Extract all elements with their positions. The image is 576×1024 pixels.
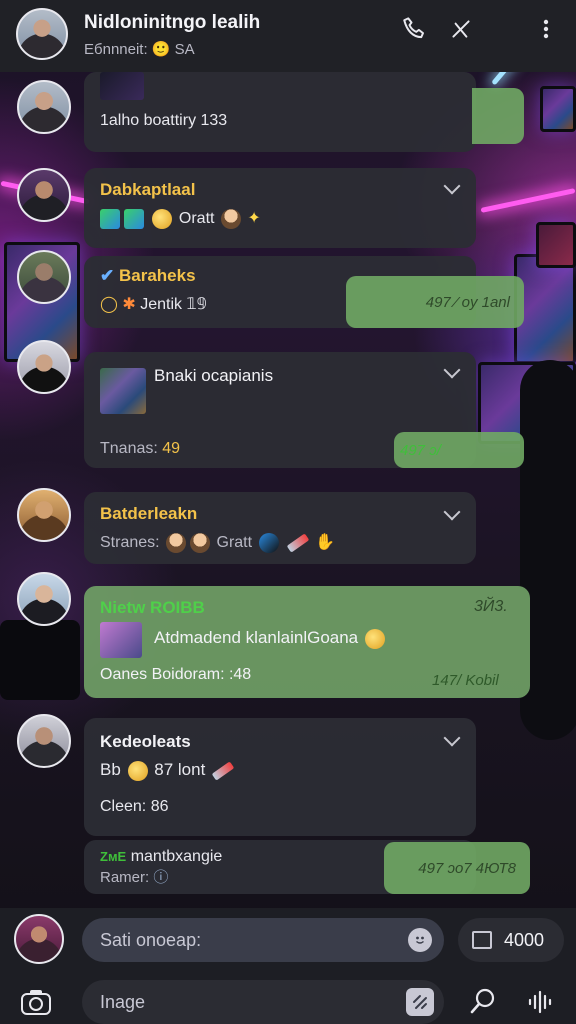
message-bubble[interactable]: 1alho boattiry 133 [84, 72, 476, 152]
info-icon: ⓘ [153, 869, 169, 886]
message-bubble[interactable]: Kedeoleats Bb 87 lont Cleen: 86 [84, 718, 476, 836]
message-input[interactable]: Sati onoeap: [82, 918, 444, 962]
avatar[interactable] [17, 340, 71, 394]
message-text: Oratt [178, 210, 215, 227]
chevron-down-icon[interactable] [443, 729, 461, 747]
face-emoji-icon [190, 532, 211, 553]
group-avatar[interactable] [16, 8, 68, 60]
search-icon[interactable] [466, 984, 500, 1018]
composer-bar: Sati onoeap: 4000 Inage [0, 908, 576, 1024]
user-avatar[interactable] [14, 914, 64, 964]
voice-waveform-icon[interactable] [524, 986, 556, 1018]
sender-name[interactable]: Kedeoleats [100, 732, 191, 752]
chevron-down-icon[interactable] [443, 503, 461, 521]
check-icon: ✔ [100, 266, 115, 285]
keyboard [0, 620, 80, 700]
sender-name[interactable]: Batderleakn [100, 504, 197, 524]
reply-time: 497 ⁄ oy 1anl [346, 276, 524, 328]
character-counter: 4000 [458, 918, 564, 962]
neon-light [480, 188, 576, 213]
hand-icon: ✋ [315, 534, 336, 551]
message-meta: Oanes Boidoram: :48 [100, 666, 252, 683]
reply-highlight [472, 88, 524, 144]
message-image[interactable] [100, 622, 142, 658]
message-tag: 3Й3. [474, 598, 508, 615]
avatar[interactable] [17, 250, 71, 304]
smile-emoji-icon [364, 628, 385, 649]
chevron-down-icon[interactable] [443, 361, 461, 379]
message-bubble[interactable]: Nietw ROIBB 3Й3. Atdmadend klanlainlGoan… [84, 586, 530, 698]
star-icon: ✱ [122, 296, 136, 313]
close-icon[interactable] [448, 14, 478, 44]
sticker-icon[interactable] [406, 988, 434, 1016]
message-text-row: Atdmadend klanlainlGoana [154, 628, 387, 649]
avatar[interactable] [17, 488, 71, 542]
knife-icon [211, 760, 235, 781]
message-text: 1alho boattiry 133 [100, 112, 228, 129]
avatar[interactable] [17, 168, 71, 222]
image-input[interactable]: Inage [82, 980, 444, 1024]
message-bubble[interactable]: Dabkaptlaal Oratt ✦ [84, 168, 476, 248]
message-meta: Cleen: 86 [100, 798, 169, 815]
message-text-row: Bb 87 lont [100, 760, 236, 781]
message-image[interactable] [100, 368, 146, 414]
sender-name[interactable]: ✔ Baraheks [100, 266, 196, 286]
message-time: 497 ɔ/ [394, 432, 524, 468]
chat-header: Nidloninitngo lealih Eбnnneit: 🙂 SA [0, 0, 576, 72]
game-icon [124, 208, 144, 229]
message-title-row: ZᴍE mantbxangie [100, 848, 223, 865]
message-time: 147/ Kobil [432, 672, 499, 689]
message-meta: Tnanas: 49 [100, 440, 181, 457]
chat-title[interactable]: Nidloninitngo lealih [84, 12, 260, 34]
sender-name[interactable]: Dabkaptlaal [100, 180, 195, 200]
reply-time: 497 ɔo7 4ЮТ8 [384, 842, 530, 894]
message-text-row: ◯ ✱ Jentik 𝟙𝟡 [100, 296, 207, 313]
phone-icon[interactable] [400, 14, 430, 44]
avatar[interactable] [17, 572, 71, 626]
badge-icon [258, 532, 279, 553]
game-icon [100, 208, 120, 229]
chevron-down-icon[interactable] [443, 177, 461, 195]
message-text-row: Oratt ✦ [98, 208, 261, 229]
stop-icon [472, 931, 492, 949]
avatar[interactable] [17, 80, 71, 134]
game-badge-icon: ZᴍE [100, 849, 127, 864]
smile-emoji-icon [152, 208, 173, 229]
monitor-top [540, 86, 576, 132]
smile-emoji-icon [127, 760, 148, 781]
sparkle-icon: ✦ [247, 210, 261, 227]
avatar[interactable] [17, 714, 71, 768]
message-meta: Ramer: ⓘ [100, 869, 169, 886]
camera-icon[interactable] [18, 984, 54, 1020]
message-image[interactable] [100, 72, 144, 100]
emoji-icon[interactable] [408, 928, 432, 952]
face-emoji-icon [166, 532, 187, 553]
more-options-icon[interactable] [534, 14, 558, 44]
sender-name[interactable]: Nietw ROIBB [100, 598, 205, 618]
wall-poster [536, 222, 576, 268]
chat-subtitle: Eбnnneit: 🙂 SA [84, 41, 195, 58]
face-emoji-icon [220, 208, 241, 229]
message-text-row: Stranes: Gratt ✋ [100, 532, 336, 553]
message-title: Bnaki ocapianis [154, 366, 274, 385]
message-bubble[interactable]: Batderleakn Stranes: Gratt ✋ [84, 492, 476, 564]
circle-icon: ◯ [100, 296, 118, 313]
knife-icon [286, 533, 310, 553]
